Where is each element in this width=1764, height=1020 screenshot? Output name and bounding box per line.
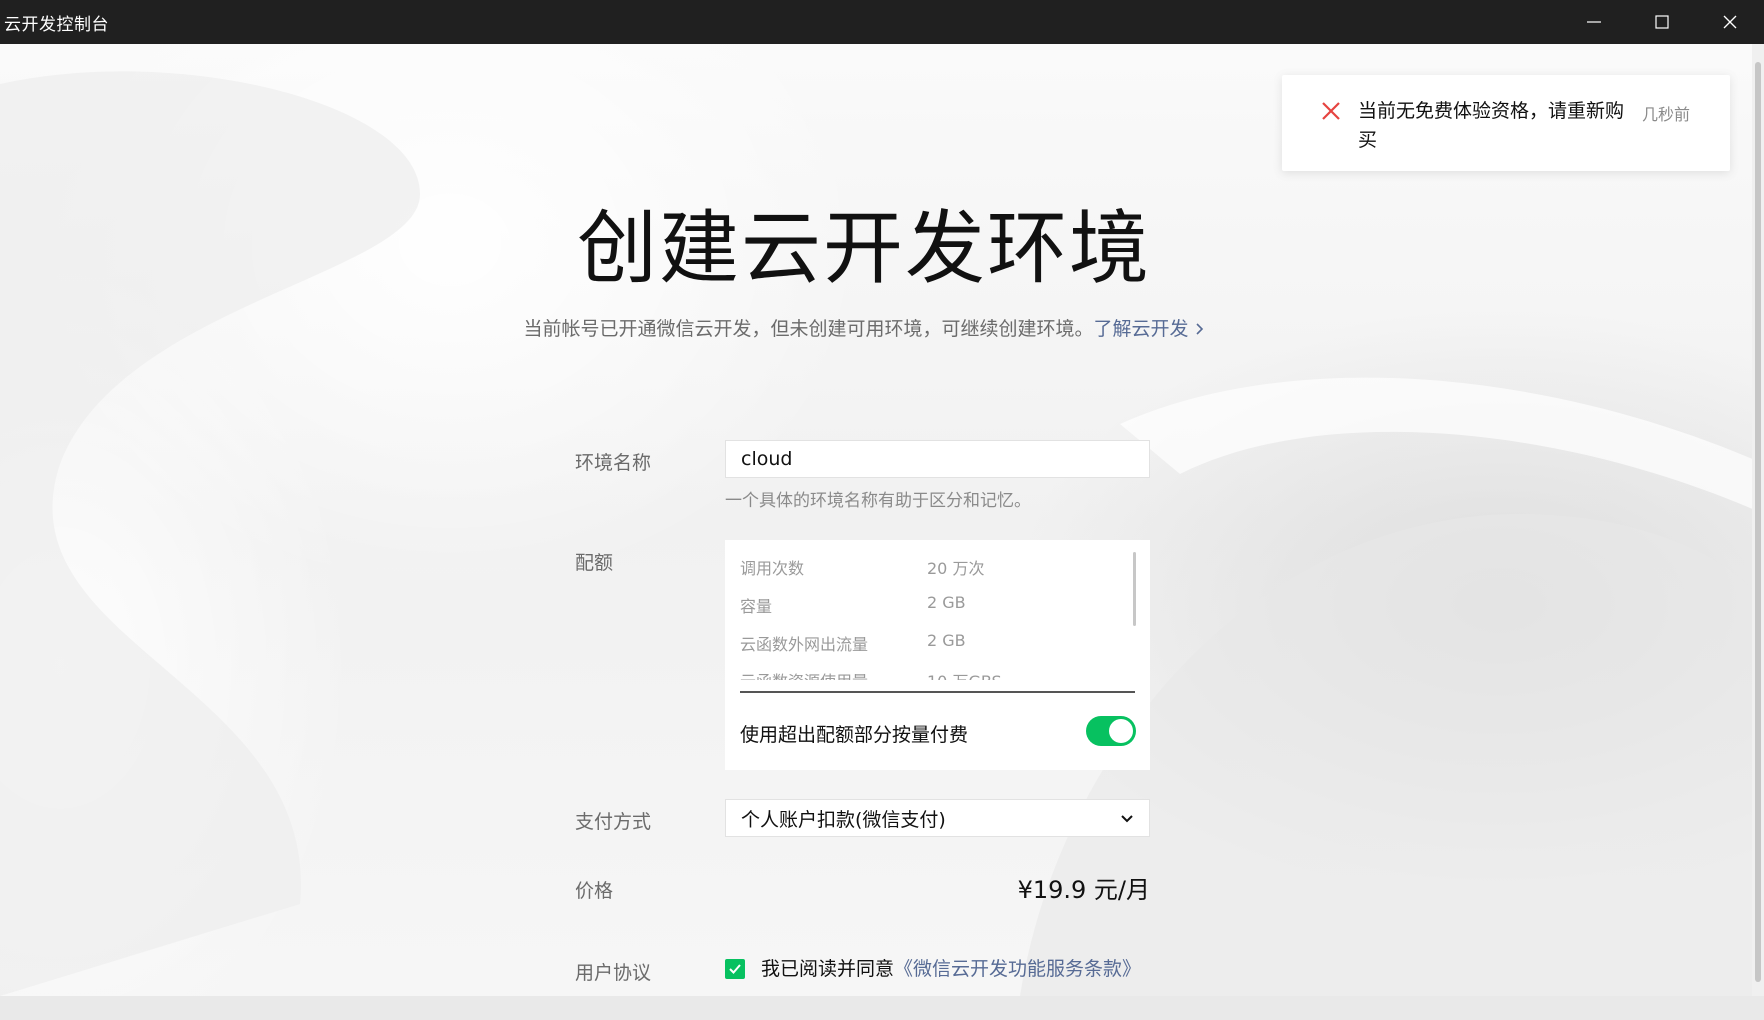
env-name-value: cloud: [741, 448, 793, 470]
chevron-right-icon: [1195, 319, 1205, 341]
window-title: 云开发控制台: [4, 14, 109, 35]
window-controls: [1560, 0, 1764, 44]
quota-item-value: 20 万次: [927, 559, 985, 578]
checkmark-icon: [729, 964, 741, 974]
maximize-button[interactable]: [1628, 0, 1696, 44]
minimize-icon: [1587, 21, 1601, 23]
quota-item-value: 10 万GBS: [927, 668, 1002, 680]
terms-link[interactable]: 《微信云开发功能服务条款》: [894, 958, 1141, 980]
maximize-icon: [1655, 15, 1669, 29]
toast-time: 几秒前: [1642, 105, 1691, 124]
env-name-input[interactable]: cloud: [725, 440, 1150, 478]
bottom-strip: [0, 996, 1764, 1020]
toast-message: 当前无免费体验资格，请重新购买: [1358, 100, 1625, 151]
price-label: 价格: [575, 880, 614, 902]
toggle-knob: [1109, 719, 1133, 743]
quota-item-name: 调用次数: [740, 559, 805, 578]
quota-item-name: 云函数资源使用量: [740, 668, 868, 680]
quota-list[interactable]: 调用次数 20 万次 容量 2 GB 云函数外网出流量 2 GB 云函数资源使用…: [725, 540, 1150, 680]
window-scrollbar[interactable]: [1752, 44, 1764, 996]
close-button[interactable]: [1696, 0, 1764, 44]
payment-method-select[interactable]: 个人账户扣款(微信支付): [725, 799, 1150, 837]
payment-label: 支付方式: [575, 811, 652, 833]
minimize-button[interactable]: [1560, 0, 1628, 44]
payment-method-value: 个人账户扣款(微信支付): [741, 808, 946, 831]
env-name-hint: 一个具体的环境名称有助于区分和记忆。: [725, 491, 1031, 511]
overage-billing-label: 使用超出配额部分按量付费: [740, 724, 969, 746]
agreement-checkbox[interactable]: [725, 959, 745, 979]
env-name-label: 环境名称: [575, 452, 652, 474]
price-value: ¥19.9 元/月: [1017, 876, 1150, 904]
window-titlebar: 云开发控制台: [0, 0, 1764, 44]
learn-cloudbase-link[interactable]: 了解云开发: [1094, 318, 1189, 340]
error-icon: [1320, 100, 1342, 126]
page-title: 创建云开发环境: [577, 202, 1151, 295]
page-subtitle: 当前帐号已开通微信云开发，但未创建可用环境，可继续创建环境。了解云开发: [0, 314, 1728, 341]
main-content: 创建云开发环境 当前帐号已开通微信云开发，但未创建可用环境，可继续创建环境。了解…: [0, 44, 1764, 996]
error-toast: 当前无免费体验资格，请重新购买 几秒前: [1282, 75, 1730, 171]
quota-scrollbar[interactable]: [1133, 552, 1136, 626]
quota-item-name: 云函数外网出流量: [740, 635, 869, 654]
overage-billing-toggle[interactable]: [1086, 716, 1136, 746]
close-icon: [1723, 15, 1737, 29]
agreement-prefix: 我已阅读并同意: [761, 958, 895, 980]
agreement-label: 用户协议: [575, 962, 652, 984]
quota-divider: [740, 691, 1135, 693]
quota-item-value: 2 GB: [927, 631, 966, 650]
agreement-text: 我已阅读并同意《微信云开发功能服务条款》: [761, 954, 1141, 981]
quota-item-value: 2 GB: [927, 593, 966, 612]
scrollbar-thumb[interactable]: [1755, 62, 1761, 982]
quota-panel: 调用次数 20 万次 容量 2 GB 云函数外网出流量 2 GB 云函数资源使用…: [725, 540, 1150, 770]
subtitle-text: 当前帐号已开通微信云开发，但未创建可用环境，可继续创建环境。: [523, 318, 1094, 340]
quota-label: 配额: [575, 552, 614, 574]
chevron-down-icon: [1120, 807, 1134, 829]
quota-item-name: 容量: [740, 597, 773, 616]
